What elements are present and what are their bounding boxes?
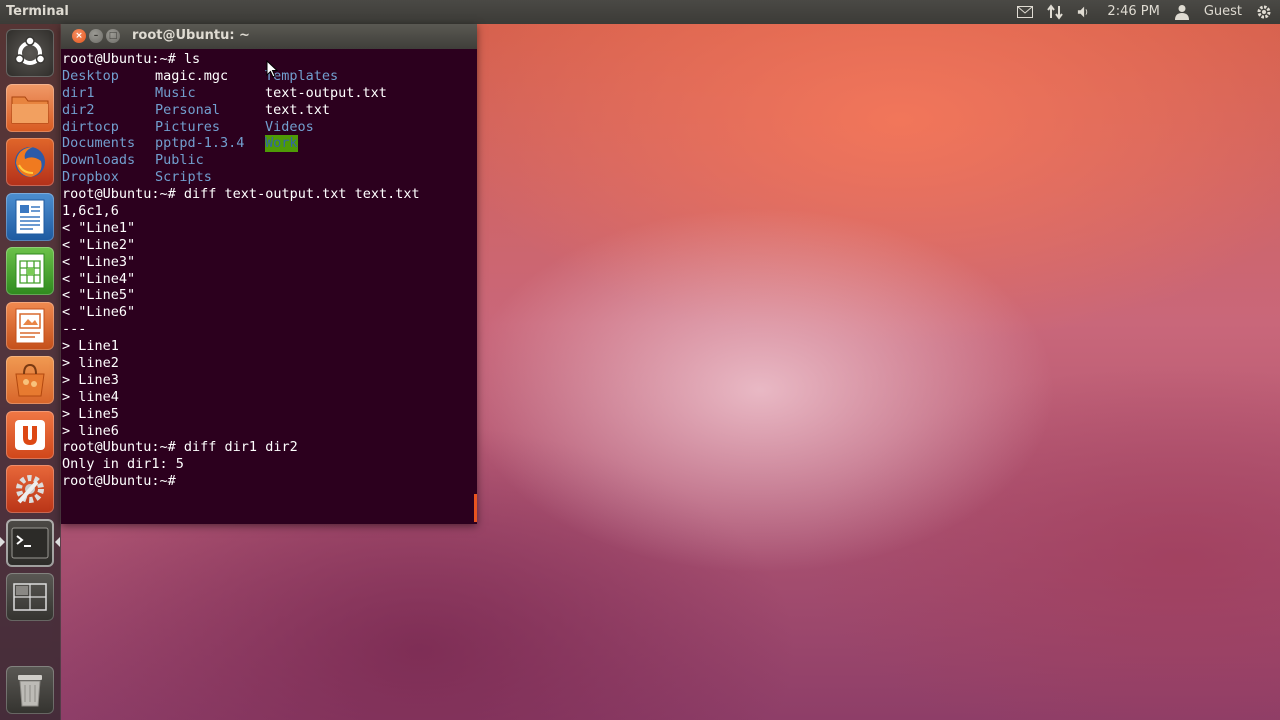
launcher-libreoffice-calc[interactable] [6,247,54,295]
terminal-line: --- [62,321,87,338]
ls-directory-entry: Dropbox [62,169,119,186]
ls-row: dirtocp Pictures Videos [62,119,472,136]
gear-icon[interactable] [1256,4,1272,20]
ls-directory-entry: Personal [155,101,221,118]
maximize-icon: □ [108,31,118,41]
mail-icon[interactable] [1017,4,1034,20]
terminal-line: < "Line1" [62,219,136,236]
ls-directory-entry: Videos [265,118,314,135]
indicator-area: 2:46 PM Guest [1017,0,1272,24]
close-button[interactable]: × [72,29,86,43]
terminal-line: > Line3 [62,371,119,388]
terminal-line: > line2 [62,355,119,372]
terminal-line: > line4 [62,388,119,405]
ls-directory-entry: dir2 [62,101,95,118]
ls-listing: Desktop magic.mgc Templates dir1 Music text-o… [62,68,472,186]
terminal-line: Only in dir1: 5 [62,456,184,473]
launcher-trash[interactable] [6,666,54,714]
close-icon: × [75,31,83,41]
ls-directory-entry: Work [265,135,298,153]
ls-directory-entry: Music [155,84,196,101]
launcher-libreoffice-writer[interactable] [6,193,54,241]
calc-icon [15,253,45,289]
trash-icon [15,672,45,708]
launcher [0,24,61,720]
ls-directory-entry: Downloads [62,152,136,169]
window-titlebar[interactable]: × – □ root@Ubuntu: ~ [61,24,477,49]
minimize-button[interactable]: – [89,29,103,43]
terminal-line: root@Ubuntu:~# diff dir1 dir2 [62,439,298,456]
ls-directory-entry: dirtocp [62,118,119,135]
ls-directory-entry: Scripts [155,169,212,186]
window-title: root@Ubuntu: ~ [132,28,250,43]
terminal-output[interactable]: root@Ubuntu:~# ls Desktop magic.mgc Templa… [62,51,472,521]
ls-row: Dropbox Scripts [62,169,472,186]
launcher-dash-home[interactable] [6,29,54,77]
ubuntu-logo-icon [13,36,47,70]
launcher-firefox[interactable] [6,138,54,186]
active-indicator [55,537,60,547]
ls-directory-entry: Documents [62,135,136,152]
ubuntu-one-icon [15,420,45,450]
ls-row: dir1 Music text-output.txt [62,85,472,102]
resize-handle[interactable] [474,494,477,522]
launcher-workspace-switcher[interactable] [6,573,54,621]
launcher-system-settings[interactable] [6,465,54,513]
ls-row: Documents pptpd-1.3.4 Work [62,135,472,153]
ls-row: Downloads Public [62,152,472,169]
terminal-line: > line6 [62,422,119,439]
top-panel: Terminal 2:46 PM Guest [0,0,1280,24]
writer-icon [15,199,45,235]
terminal-line: > Line1 [62,338,119,355]
network-icon[interactable] [1047,4,1064,20]
ls-directory-entry: Public [155,152,204,169]
terminal-line: < "Line3" [62,253,136,270]
launcher-home-folder[interactable] [6,84,54,132]
terminal-line: > Line5 [62,405,119,422]
clock[interactable]: 2:46 PM [1107,0,1159,24]
user-name[interactable]: Guest [1204,0,1242,24]
terminal-icon [11,527,49,559]
user-icon[interactable] [1174,4,1190,20]
command-output: root@Ubuntu:~# diff text-output.txt text… [62,186,472,490]
terminal-line: < "Line5" [62,287,136,304]
terminal-line: < "Line2" [62,236,136,253]
launcher-libreoffice-impress[interactable] [6,302,54,350]
settings-icon [11,470,49,508]
impress-icon [15,308,45,344]
running-indicator [0,537,5,547]
terminal-line: < "Line6" [62,304,136,321]
terminal-window[interactable]: × – □ root@Ubuntu: ~ root@Ubuntu:~# ls D… [61,24,477,524]
minimize-icon: – [93,31,99,41]
shopping-bag-icon [12,362,48,398]
terminal-line: 1,6c1,6 [62,203,119,220]
folder-icon [11,92,49,124]
terminal-line: root@Ubuntu:~# [62,473,176,490]
terminal-line: root@Ubuntu:~# diff text-output.txt text… [62,186,420,203]
ls-directory-entry: Pictures [155,118,221,135]
volume-icon[interactable] [1077,4,1093,20]
ls-row: dir2 Personal text.txt [62,102,472,119]
launcher-terminal[interactable] [6,519,54,567]
ls-file-entry: magic.mgc [155,67,229,84]
workspace-icon [13,583,47,611]
mouse-cursor-icon [266,59,279,82]
launcher-ubuntu-one[interactable] [6,411,54,459]
maximize-button[interactable]: □ [106,29,120,43]
active-app-title: Terminal [6,4,69,19]
ls-file-entry: text.txt [265,101,331,118]
ls-directory-entry: pptpd-1.3.4 [155,135,245,152]
firefox-icon [11,143,49,181]
ls-file-entry: text-output.txt [265,84,387,101]
ls-directory-entry: Desktop [62,67,119,84]
launcher-software-center[interactable] [6,356,54,404]
ls-directory-entry: dir1 [62,84,95,101]
terminal-line: < "Line4" [62,270,136,287]
